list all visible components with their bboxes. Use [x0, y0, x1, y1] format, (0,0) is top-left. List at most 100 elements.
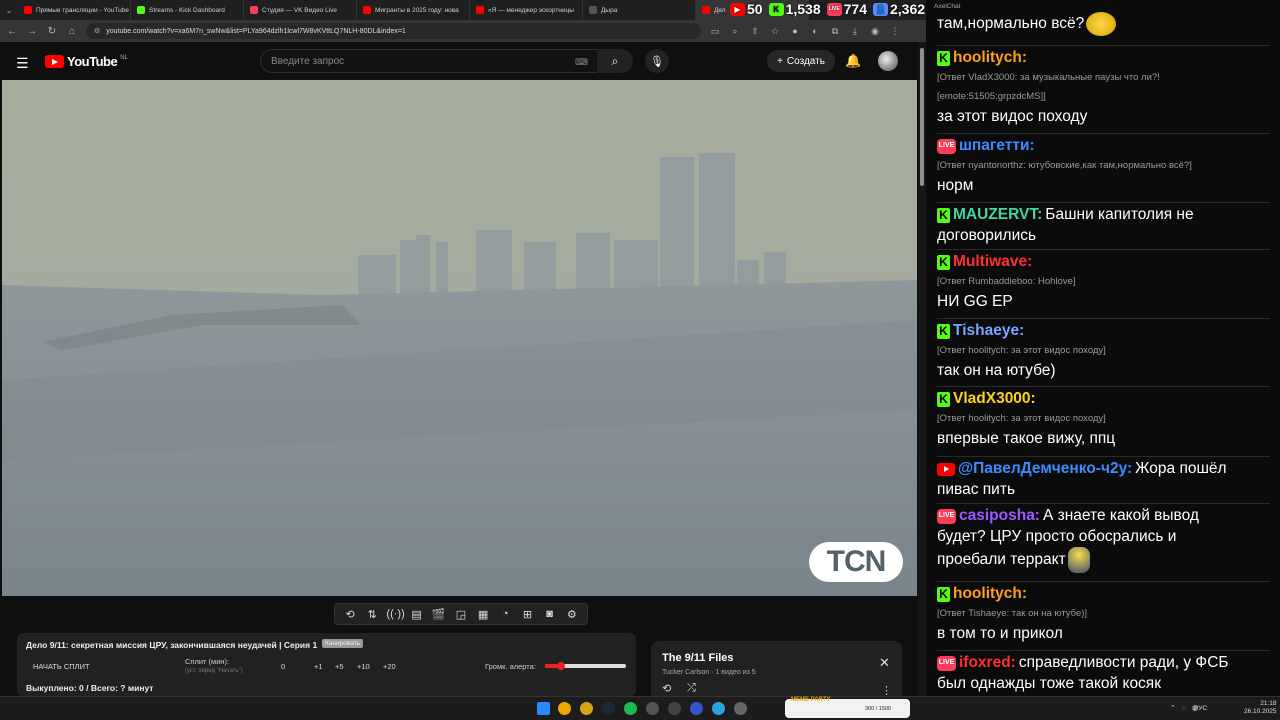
browser-tab[interactable]: Дыра: [583, 0, 696, 20]
viewer-stats: ▶ 50 K 1,538 LIVE 774 👤 2,362: [730, 0, 925, 18]
film-icon[interactable]: ▦: [475, 608, 491, 621]
browser-tab[interactable]: Студия — VK Видео Live: [244, 0, 357, 20]
browser-tab[interactable]: «Я — менеджер эскортницы: [470, 0, 583, 20]
reload-icon[interactable]: ↻: [46, 26, 58, 37]
search-button[interactable]: ⌕: [597, 49, 633, 73]
search-input[interactable]: Введите запрос: [260, 49, 598, 73]
chat-username[interactable]: Multiwave:: [953, 252, 1032, 272]
widget-label: MEME PARTY: [791, 697, 831, 703]
app-icon[interactable]: [668, 702, 681, 715]
speed-icon[interactable]: ◔: [497, 608, 513, 620]
youtube-logo[interactable]: YouTube NL: [45, 54, 128, 69]
clapperboard-icon[interactable]: 🎬: [431, 608, 447, 621]
notifications-icon[interactable]: 🔔: [845, 53, 861, 69]
split-add-20-button[interactable]: +20: [383, 662, 396, 671]
browser-tab[interactable]: Streams - Kick Dashboard: [131, 0, 244, 20]
chat-username[interactable]: шпагетти:: [959, 136, 1035, 156]
menu-icon[interactable]: ☰: [16, 55, 29, 72]
meme-party-widget: MEME PARTY 300 / 1500: [785, 697, 910, 718]
spotify-icon[interactable]: [624, 702, 637, 715]
tab-search-icon[interactable]: ⌄: [0, 0, 18, 20]
emote-icon: [1067, 547, 1090, 573]
tab-label: Прямые трансляции - YouTube: [36, 6, 129, 14]
status-badge: Канировать: [322, 639, 364, 648]
start-split-button[interactable]: НАЧАТЬ СПЛИТ: [33, 662, 90, 671]
video-frame: [2, 80, 917, 596]
browser-tab[interactable]: Мигранты в 2025 году: нова: [357, 0, 470, 20]
obs-icon[interactable]: [646, 702, 659, 715]
slider-knob[interactable]: [557, 662, 566, 670]
chat-username[interactable]: hoolitych:: [953, 584, 1027, 604]
telegram-icon[interactable]: [712, 702, 725, 715]
steam-icon[interactable]: [602, 702, 615, 715]
app-icon[interactable]: [734, 702, 747, 715]
viewers-icon: 👤: [872, 2, 888, 16]
profile-icon[interactable]: ◉: [869, 26, 881, 37]
share-icon[interactable]: ⇪: [749, 26, 761, 37]
site-info-icon[interactable]: ⚙: [94, 27, 100, 35]
extension-icon[interactable]: ●: [789, 26, 801, 36]
picture-in-picture-icon[interactable]: ◲: [453, 608, 469, 621]
clock[interactable]: 21:18 26.10.2025: [1244, 700, 1277, 716]
chat-username[interactable]: @ПавелДемченко-ч2у:: [958, 459, 1132, 479]
loop-icon[interactable]: ⟲: [662, 682, 671, 695]
video-player[interactable]: TCN: [2, 80, 917, 596]
chat-reply-quote: [Ответ hoolitych: за этот видос походу]: [937, 345, 1106, 356]
split-value[interactable]: 0: [281, 662, 285, 671]
chat-username[interactable]: Tishaeye:: [953, 321, 1024, 341]
forward-icon[interactable]: →: [26, 26, 38, 37]
browser-tab[interactable]: Прямые трансляции - YouTube: [18, 0, 131, 20]
avatar[interactable]: [878, 51, 898, 71]
playlist-play-icon[interactable]: ▤: [409, 608, 425, 621]
chat-username[interactable]: ifoxred:: [959, 653, 1016, 673]
youtube-icon: [45, 55, 64, 68]
download-icon[interactable]: ⤓: [849, 26, 861, 37]
folder-icon[interactable]: [580, 702, 593, 715]
playlist-title[interactable]: The 9/11 Files: [662, 652, 734, 664]
chat-username[interactable]: casiposha:: [959, 506, 1040, 526]
start-icon[interactable]: [537, 702, 550, 715]
alert-volume-slider[interactable]: [545, 662, 626, 670]
loop-icon[interactable]: ⟲: [342, 608, 358, 621]
voice-search-button[interactable]: 🎙: [645, 49, 669, 73]
create-button[interactable]: + Создать: [767, 50, 835, 72]
chat-reply-quote: [Ответ hoolitych: за этот видос походу]: [937, 413, 1106, 424]
chat-user-line: Khoolitych:: [937, 48, 1270, 68]
screenshot-icon[interactable]: ◙: [542, 608, 558, 620]
bookmark-icon[interactable]: ☆: [769, 26, 781, 37]
audio-icon[interactable]: ((·)): [386, 608, 404, 620]
chat-message: Khoolitych: [Ответ VladX3000: за музыкаль…: [937, 45, 1270, 127]
back-icon[interactable]: ←: [6, 26, 18, 37]
settings-icon[interactable]: ⚙: [564, 608, 580, 621]
extension-icon[interactable]: ◐: [809, 26, 821, 36]
home-icon[interactable]: ⌂: [66, 26, 78, 37]
vk-live-icon: LIVE: [937, 655, 956, 671]
chat-text: в том то и прикол: [937, 625, 1063, 642]
add-icon[interactable]: ⊞: [519, 608, 535, 621]
chat-username[interactable]: MAUZERVT:: [953, 205, 1042, 225]
chat-message: LIVE ifoxred: справедливости ради, у ФСБ бы…: [937, 650, 1270, 694]
close-icon[interactable]: ✕: [879, 655, 890, 671]
language-indicator[interactable]: РУС: [1194, 705, 1207, 712]
split-add-5-button[interactable]: +5: [335, 662, 344, 671]
chat-username[interactable]: VladX3000:: [953, 389, 1036, 409]
scrollbar-thumb[interactable]: [920, 48, 924, 186]
menu-icon[interactable]: ⋮: [889, 26, 901, 37]
chat-reply-quote: [Ответ nyantonorthz: ютубовские,как там,…: [937, 160, 1192, 171]
split-add-1-button[interactable]: +1: [314, 662, 323, 671]
app-icon[interactable]: [690, 702, 703, 715]
keyboard-icon[interactable]: ⌨: [575, 57, 588, 68]
chat-username[interactable]: hoolitych:: [953, 48, 1027, 68]
puzzle-icon[interactable]: ⧉: [829, 26, 841, 37]
chat-message: K VladX3000: [Ответ hoolitych: за этот вид…: [937, 386, 1270, 449]
chat-text: проебали терракт: [937, 551, 1066, 569]
clock-time: 21:18: [1260, 700, 1277, 707]
zoom-icon[interactable]: ⌕: [729, 26, 741, 37]
tab-favicon-icon: [137, 6, 145, 14]
url-field[interactable]: ⚙ youtube.com/watch?v=xa6M7n_swNw&list=P…: [86, 23, 701, 39]
chrome-icon[interactable]: [558, 702, 571, 715]
split-add-10-button[interactable]: +10: [357, 662, 370, 671]
cast-icon[interactable]: ▭: [709, 26, 721, 37]
shuffle-icon[interactable]: ⤮: [687, 682, 696, 695]
sort-icon[interactable]: ⇅: [364, 608, 380, 621]
